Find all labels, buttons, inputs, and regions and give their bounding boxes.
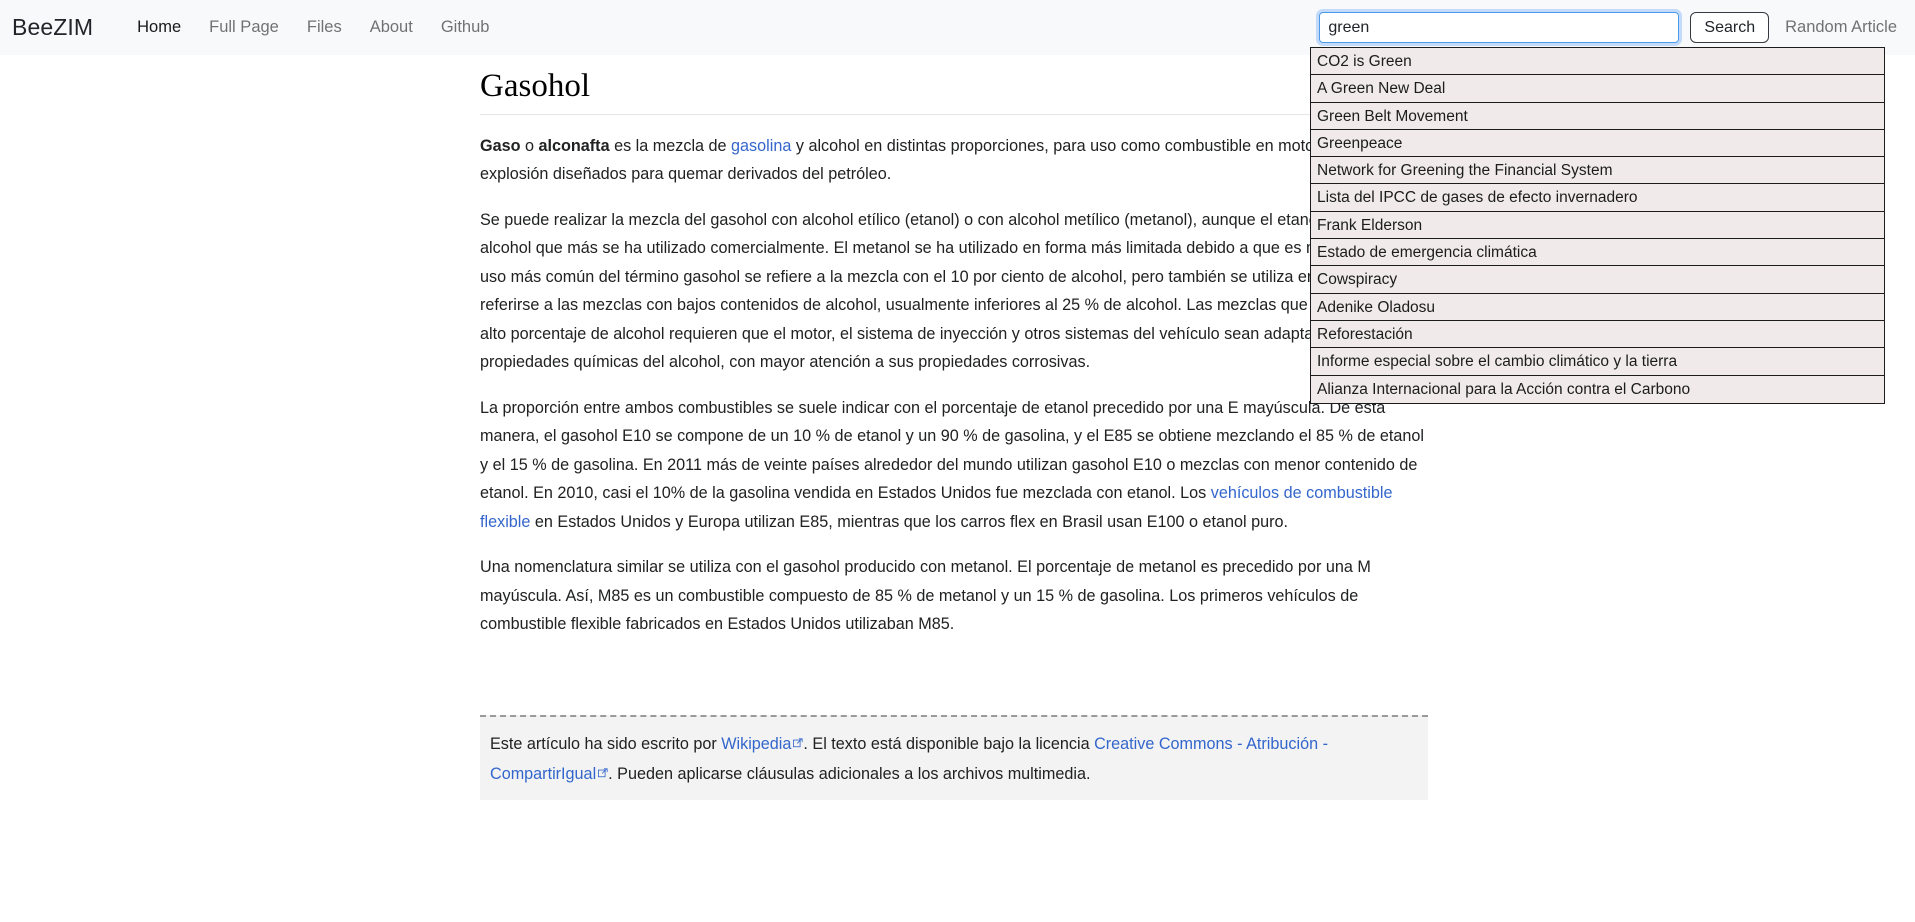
lead-term-2: alconafta [538, 136, 610, 155]
attribution-part-1: Este artículo ha sido escrito por [490, 735, 722, 753]
attribution-box: Este artículo ha sido escrito por Wikipe… [480, 715, 1428, 800]
brand-logo[interactable]: BeeZIM [12, 14, 93, 41]
paragraph-1: Gaso o alconafta es la mezcla de gasolin… [480, 132, 1430, 189]
paragraph-4: Una nomenclatura similar se utiliza con … [480, 558, 1371, 634]
suggestion-item[interactable]: CO2 is Green [1311, 48, 1884, 76]
attribution-text: Este artículo ha sido escrito por Wikipe… [490, 729, 1416, 788]
external-link-icon [793, 729, 804, 748]
suggestion-item[interactable]: A Green New Deal [1311, 75, 1884, 103]
random-article-link[interactable]: Random Article [1785, 18, 1897, 37]
attribution-part-3: . Pueden aplicarse cláusulas adicionales… [608, 764, 1091, 783]
page-title: Gasohol [480, 55, 1430, 115]
suggestion-item[interactable]: Reforestación [1311, 320, 1884, 349]
nav-item-files[interactable]: Files [293, 18, 356, 37]
nav-links: Home Full Page Files About Github [123, 18, 503, 37]
link-wikipedia[interactable]: Wikipedia [721, 735, 791, 753]
suggestion-item[interactable]: Network for Greening the Financial Syste… [1311, 157, 1884, 185]
suggestion-item[interactable]: Frank Elderson [1311, 211, 1884, 240]
p1-mid2: es la mezcla de [609, 136, 732, 155]
suggestion-item[interactable]: Green Belt Movement [1311, 102, 1884, 130]
nav-item-home[interactable]: Home [123, 18, 195, 37]
search-input[interactable] [1316, 9, 1683, 46]
link-gasolina[interactable]: gasolina [731, 137, 791, 155]
suggestion-item[interactable]: Greenpeace [1311, 129, 1884, 158]
paragraph-2: Se puede realizar la mezcla del gasohol … [480, 210, 1414, 372]
suggestion-item[interactable]: Alianza Internacional para la Acción con… [1311, 375, 1884, 403]
nav-item-full-page[interactable]: Full Page [195, 18, 293, 37]
attribution-part-2: . El texto está disponible bajo la licen… [803, 735, 1095, 753]
nav-item-github[interactable]: Github [427, 18, 504, 37]
paragraph-3: La proporción entre ambos combustibles s… [480, 394, 1430, 537]
search-suggestions-dropdown[interactable]: CO2 is Green A Green New Deal Green Belt… [1310, 48, 1885, 404]
p1-mid1: o [520, 136, 539, 155]
lead-term-1: Gaso [480, 136, 521, 155]
suggestion-item[interactable]: Lista del IPCC de gases de efecto invern… [1311, 184, 1884, 212]
suggestion-item[interactable]: Adenike Oladosu [1311, 293, 1884, 321]
suggestion-item[interactable]: Estado de emergencia climática [1311, 239, 1884, 267]
external-link-icon [598, 759, 608, 777]
search-button[interactable]: Search [1690, 12, 1770, 43]
suggestions-top-border [1310, 47, 1885, 48]
p3-after: en Estados Unidos y Europa utilizan E85,… [530, 512, 1289, 531]
suggestion-item[interactable]: Cowspiracy [1311, 266, 1884, 294]
nav-item-about[interactable]: About [356, 18, 427, 37]
article-container: Gasohol Gaso o alconafta es la mezcla de… [480, 55, 1430, 639]
suggestion-item[interactable]: Informe especial sobre el cambio climáti… [1311, 348, 1884, 376]
